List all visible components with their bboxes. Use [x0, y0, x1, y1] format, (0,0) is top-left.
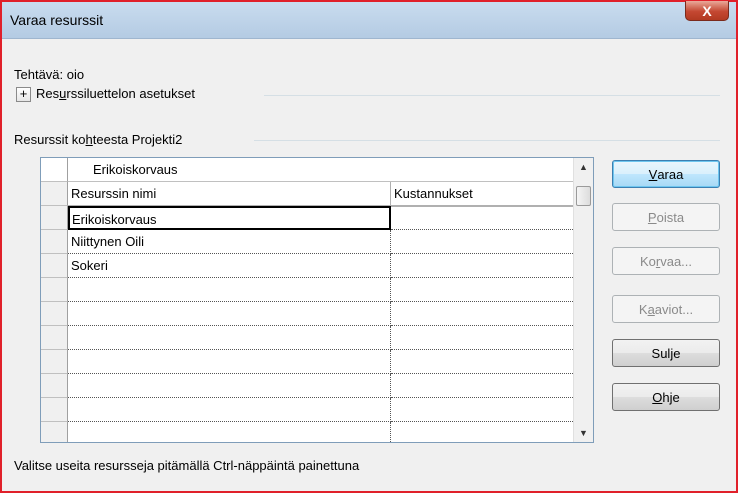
- row-header[interactable]: [41, 254, 68, 278]
- table-row[interactable]: Sokeri: [41, 254, 573, 278]
- table-row[interactable]: Niittynen Oili: [41, 230, 573, 254]
- table-row[interactable]: [41, 350, 573, 374]
- scroll-down-arrow-icon[interactable]: ▼: [574, 424, 593, 442]
- dialog-body: Tehtävä: oio + Resurssiluettelon asetuks…: [2, 39, 736, 491]
- row-header[interactable]: [41, 374, 68, 398]
- plus-icon: +: [19, 86, 28, 101]
- column-header-resource-name[interactable]: Resurssin nimi: [68, 182, 391, 206]
- resource-name-cell[interactable]: [68, 422, 391, 442]
- title-bar: Varaa resurssit X: [2, 1, 736, 39]
- table-row[interactable]: [41, 422, 573, 442]
- help-button[interactable]: Ohje: [612, 383, 720, 411]
- row-header: [41, 158, 68, 182]
- resource-name-cell-active[interactable]: Erikoiskorvaus: [68, 206, 391, 230]
- task-label: Tehtävä: oio: [14, 67, 85, 82]
- table-row[interactable]: [41, 302, 573, 326]
- assign-resources-dialog: Varaa resurssit X Tehtävä: oio + Resurss…: [0, 0, 738, 493]
- resource-list-options-label: Resurssiluettelon asetukset: [36, 86, 195, 101]
- resource-name-cell[interactable]: [68, 398, 391, 422]
- resource-name-cell[interactable]: [68, 326, 391, 350]
- edit-bar-value[interactable]: Erikoiskorvaus: [68, 158, 573, 182]
- vertical-scrollbar[interactable]: ▲ ▼: [573, 158, 593, 442]
- options-separator: [264, 95, 720, 96]
- grid-header-row: Resurssin nimi Kustannukset: [41, 182, 573, 207]
- cost-cell[interactable]: [391, 374, 573, 398]
- resource-name-cell[interactable]: [68, 278, 391, 302]
- resource-name-cell[interactable]: [68, 374, 391, 398]
- table-row[interactable]: [41, 398, 573, 422]
- column-header-cost[interactable]: Kustannukset: [391, 182, 573, 206]
- row-header[interactable]: [41, 302, 68, 326]
- resources-separator: [254, 140, 720, 141]
- resource-name-cell[interactable]: Sokeri: [68, 254, 391, 278]
- replace-button[interactable]: Ko r vaa...: [612, 247, 720, 275]
- table-row[interactable]: [41, 374, 573, 398]
- row-header[interactable]: [41, 350, 68, 374]
- resource-name-cell[interactable]: Niittynen Oili: [68, 230, 391, 254]
- table-row[interactable]: [41, 326, 573, 350]
- row-header[interactable]: [41, 398, 68, 422]
- cost-cell[interactable]: [391, 206, 573, 230]
- cost-cell[interactable]: [391, 350, 573, 374]
- resource-name-cell[interactable]: [68, 350, 391, 374]
- remove-button[interactable]: Poista: [612, 203, 720, 231]
- row-header[interactable]: [41, 206, 68, 230]
- cost-cell[interactable]: [391, 254, 573, 278]
- cost-cell[interactable]: [391, 278, 573, 302]
- multi-select-hint: Valitse useita resursseja pitämällä Ctrl…: [14, 458, 360, 473]
- scroll-up-arrow-icon[interactable]: ▲: [574, 158, 593, 176]
- cost-cell[interactable]: [391, 422, 573, 442]
- dialog-title: Varaa resurssit: [10, 12, 104, 28]
- close-window-button[interactable]: X: [685, 1, 729, 21]
- select-all-corner[interactable]: [41, 182, 68, 206]
- table-row[interactable]: Erikoiskorvaus: [41, 206, 573, 230]
- table-row[interactable]: [41, 278, 573, 302]
- cost-cell[interactable]: [391, 230, 573, 254]
- close-button[interactable]: Sulje: [612, 339, 720, 367]
- expand-options-button[interactable]: +: [16, 87, 31, 102]
- scroll-thumb[interactable]: [576, 186, 591, 206]
- resource-grid[interactable]: Erikoiskorvaus Resurssin nimi Kustannuks…: [40, 157, 594, 443]
- cost-cell[interactable]: [391, 398, 573, 422]
- graphs-button[interactable]: Ka aviot...: [612, 295, 720, 323]
- row-header[interactable]: [41, 326, 68, 350]
- assign-button[interactable]: Varaa: [612, 160, 720, 188]
- cost-cell[interactable]: [391, 326, 573, 350]
- cost-cell[interactable]: [391, 302, 573, 326]
- close-icon: X: [702, 2, 712, 19]
- resources-from-label: Resurssit kohteesta Projekti2: [14, 132, 183, 147]
- resource-name-cell[interactable]: [68, 302, 391, 326]
- row-header[interactable]: [41, 230, 68, 254]
- grid-edit-bar: Erikoiskorvaus: [41, 158, 573, 182]
- row-header[interactable]: [41, 278, 68, 302]
- row-header[interactable]: [41, 422, 68, 442]
